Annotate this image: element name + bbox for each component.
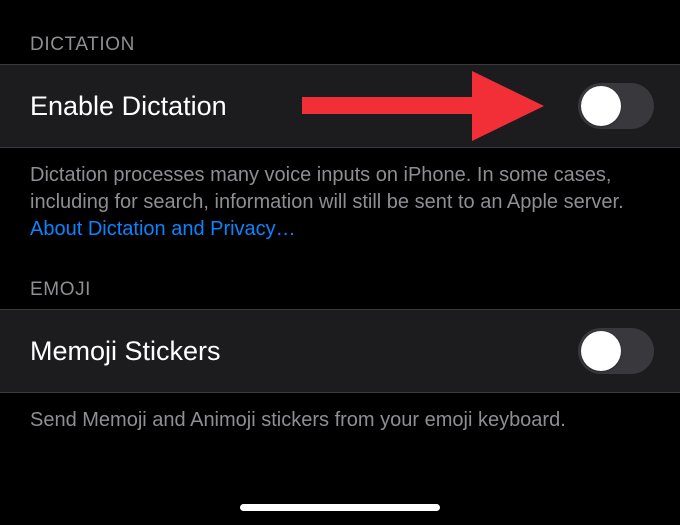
section-header-emoji: EMOJI xyxy=(0,243,680,309)
footer-dictation: Dictation processes many voice inputs on… xyxy=(0,148,680,243)
toggle-knob-icon xyxy=(581,331,621,371)
row-label-memoji-stickers: Memoji Stickers xyxy=(30,336,221,367)
row-label-enable-dictation: Enable Dictation xyxy=(30,91,227,122)
row-memoji-stickers[interactable]: Memoji Stickers xyxy=(0,309,680,393)
home-indicator[interactable] xyxy=(240,504,440,511)
row-enable-dictation[interactable]: Enable Dictation xyxy=(0,64,680,148)
footer-dictation-text: Dictation processes many voice inputs on… xyxy=(30,164,624,213)
link-about-dictation-privacy[interactable]: About Dictation and Privacy… xyxy=(30,218,296,240)
footer-emoji: Send Memoji and Animoji stickers from yo… xyxy=(0,393,680,434)
section-header-dictation: DICTATION xyxy=(0,0,680,64)
toggle-enable-dictation[interactable] xyxy=(578,83,654,129)
toggle-memoji-stickers[interactable] xyxy=(578,328,654,374)
toggle-knob-icon xyxy=(581,86,621,126)
